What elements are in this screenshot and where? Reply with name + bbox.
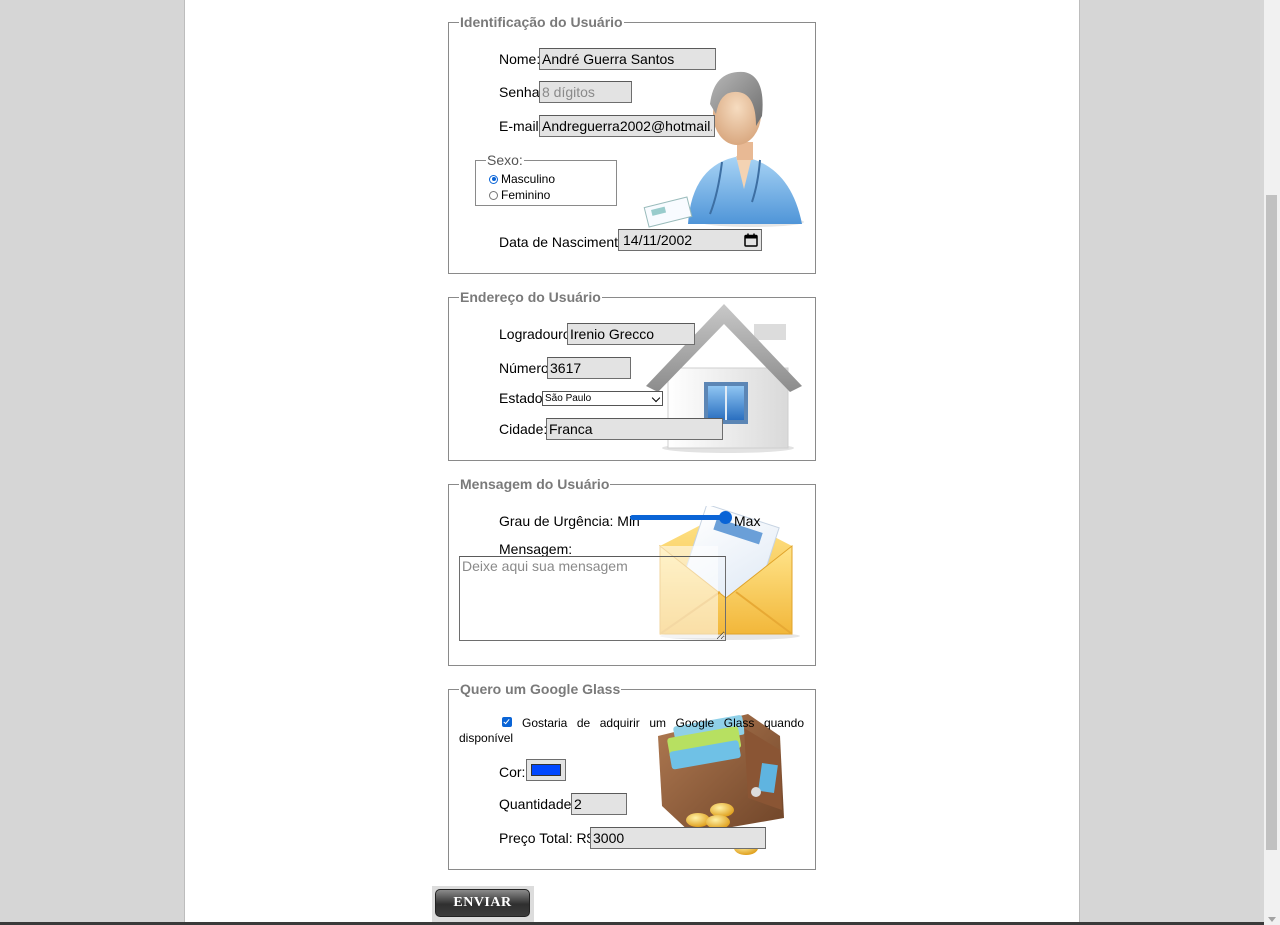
price-label: Preço Total: R$ xyxy=(499,830,595,846)
urgency-max-label: Max xyxy=(734,513,761,529)
street-input[interactable] xyxy=(567,323,695,345)
urgency-slider-fill xyxy=(630,515,726,520)
color-picker[interactable] xyxy=(526,759,566,781)
birthdate-input[interactable]: 14/11/2002 xyxy=(618,229,762,251)
birthdate-value: 14/11/2002 xyxy=(623,232,693,248)
city-label: Cidade: xyxy=(499,421,548,437)
identification-legend: Identificação do Usuário xyxy=(460,14,623,30)
name-label: Nome: xyxy=(499,51,541,67)
quantity-label: Quantidade: xyxy=(499,796,576,812)
chevron-down-icon xyxy=(651,393,661,403)
name-input[interactable] xyxy=(539,48,716,70)
urgency-slider-thumb[interactable] xyxy=(719,511,732,524)
number-label: Número: xyxy=(499,360,553,376)
email-label: E-mail: xyxy=(499,118,543,134)
state-label: Estado: xyxy=(499,390,547,406)
vertical-scrollbar[interactable] xyxy=(1264,0,1280,925)
quantity-input[interactable] xyxy=(571,793,627,815)
message-textarea[interactable] xyxy=(459,556,726,641)
email-input[interactable] xyxy=(539,115,715,137)
user-avatar-icon xyxy=(643,71,804,228)
price-input[interactable] xyxy=(590,827,766,849)
sex-option-label: Feminino xyxy=(501,188,551,202)
submit-button[interactable]: ENVIAR xyxy=(435,889,530,917)
birthdate-label: Data de Nascimento: xyxy=(499,234,630,250)
want-glass-label: Gostaria de adquirir um Google Glass qua… xyxy=(459,716,804,745)
sex-legend: Sexo: xyxy=(487,152,523,168)
calendar-icon[interactable] xyxy=(744,233,758,247)
scroll-down-arrow-icon[interactable] xyxy=(1268,917,1276,922)
message-label: Mensagem: xyxy=(499,541,573,557)
password-label: Senha: xyxy=(499,84,544,100)
glass-legend: Quero um Google Glass xyxy=(460,681,621,697)
sex-option-male[interactable]: Masculino xyxy=(489,172,555,186)
radio-female[interactable] xyxy=(489,190,498,200)
submit-area: ENVIAR xyxy=(432,886,534,925)
state-select[interactable]: São Paulo xyxy=(542,391,663,406)
city-input[interactable] xyxy=(546,418,723,440)
sex-option-female[interactable]: Feminino xyxy=(489,188,550,202)
message-legend: Mensagem do Usuário xyxy=(460,476,610,492)
color-label: Cor: xyxy=(499,764,526,780)
urgency-label: Grau de Urgência: Min xyxy=(499,513,640,529)
state-selected-value: São Paulo xyxy=(545,393,592,404)
street-label: Logradouro: xyxy=(499,326,575,342)
radio-male[interactable] xyxy=(489,174,498,184)
address-legend: Endereço do Usuário xyxy=(460,289,601,305)
password-input[interactable] xyxy=(539,81,632,103)
color-swatch xyxy=(531,764,561,776)
urgency-slider[interactable] xyxy=(630,511,732,525)
number-input[interactable] xyxy=(547,357,631,379)
sex-option-label: Masculino xyxy=(501,172,556,186)
scrollbar-thumb[interactable] xyxy=(1266,195,1277,850)
